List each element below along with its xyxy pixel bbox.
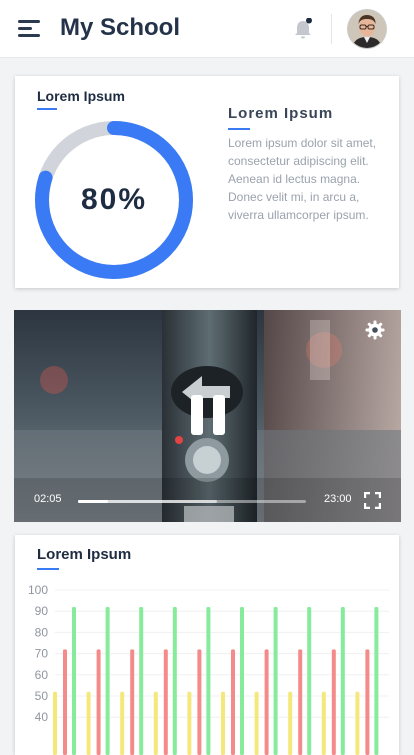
y-tick-label: 60 xyxy=(35,668,49,682)
bar-series-3 xyxy=(307,606,312,755)
chart-card: Lorem Ipsum 100 90 80 70 60 50 40 xyxy=(15,535,399,755)
y-tick-label: 90 xyxy=(35,604,49,618)
bar-series-2 xyxy=(163,649,168,755)
bar-series-2 xyxy=(331,649,336,755)
bar-series-2 xyxy=(231,649,235,755)
bar-series-3 xyxy=(374,606,379,755)
y-tick-label: 50 xyxy=(35,689,49,703)
video-player[interactable]: 02:05 23:00 xyxy=(14,310,401,522)
bar-series-1 xyxy=(153,691,158,755)
bar-series-2 xyxy=(298,649,303,755)
side-body-text: Lorem ipsum dolor sit amet, consectetur … xyxy=(228,136,377,222)
bar-series-1 xyxy=(355,691,360,755)
bar-series-2 xyxy=(96,649,101,755)
bar-series-3 xyxy=(172,606,177,755)
title-underline xyxy=(37,108,57,110)
app-header: My School xyxy=(0,0,414,58)
bar-series-1 xyxy=(221,691,225,755)
bell-icon[interactable] xyxy=(293,17,313,40)
progress-ring: 80% xyxy=(34,120,194,280)
percent-label: 80% xyxy=(80,183,148,216)
current-time: 02:05 xyxy=(34,493,62,505)
bar-series-3 xyxy=(240,606,244,755)
bar-series-3 xyxy=(105,606,110,755)
bar-series-3 xyxy=(273,606,278,755)
bar-series-3 xyxy=(206,606,211,755)
bar-series-2 xyxy=(130,649,135,755)
video-played-bar xyxy=(78,500,108,503)
bar-series-1 xyxy=(86,691,91,755)
bar-chart: 100 90 80 70 60 50 40 xyxy=(28,583,389,755)
chart-card-title: Lorem Ipsum xyxy=(37,546,132,563)
menu-icon[interactable] xyxy=(18,18,42,38)
duration-time: 23:00 xyxy=(324,493,352,505)
bar-series-2 xyxy=(197,649,202,755)
progress-card-title: Lorem Ipsum xyxy=(37,88,125,104)
video-progress-bar[interactable] xyxy=(78,500,306,503)
side-title: Lorem Ipsum xyxy=(228,105,334,122)
y-tick-label: 80 xyxy=(35,625,49,639)
header-divider xyxy=(331,14,332,44)
y-tick-label: 40 xyxy=(35,710,49,724)
avatar[interactable] xyxy=(348,10,386,48)
chart-title-underline xyxy=(37,568,59,570)
bar-series-1 xyxy=(254,691,259,755)
bar-series-2 xyxy=(365,649,370,755)
pause-icon[interactable] xyxy=(191,395,225,435)
gear-icon[interactable] xyxy=(365,320,385,340)
bar-series-1 xyxy=(288,691,293,755)
bar-series-3 xyxy=(139,606,144,755)
y-tick-label: 70 xyxy=(35,647,49,661)
bar-series-1 xyxy=(120,691,125,755)
bar-series-3 xyxy=(340,606,345,755)
bar-series-1 xyxy=(321,691,326,755)
fullscreen-icon[interactable] xyxy=(363,491,382,510)
y-tick-label: 100 xyxy=(28,583,48,597)
page-title: My School xyxy=(60,14,181,41)
bar-series-2 xyxy=(264,649,269,755)
bar-series-2 xyxy=(63,649,67,755)
bar-series-1 xyxy=(53,691,57,755)
side-title-underline xyxy=(228,128,250,130)
bar-series-1 xyxy=(187,691,192,755)
bar-series-3 xyxy=(72,606,76,755)
progress-card: Lorem Ipsum 80% Lorem Ipsum Lorem ipsum … xyxy=(15,76,399,288)
